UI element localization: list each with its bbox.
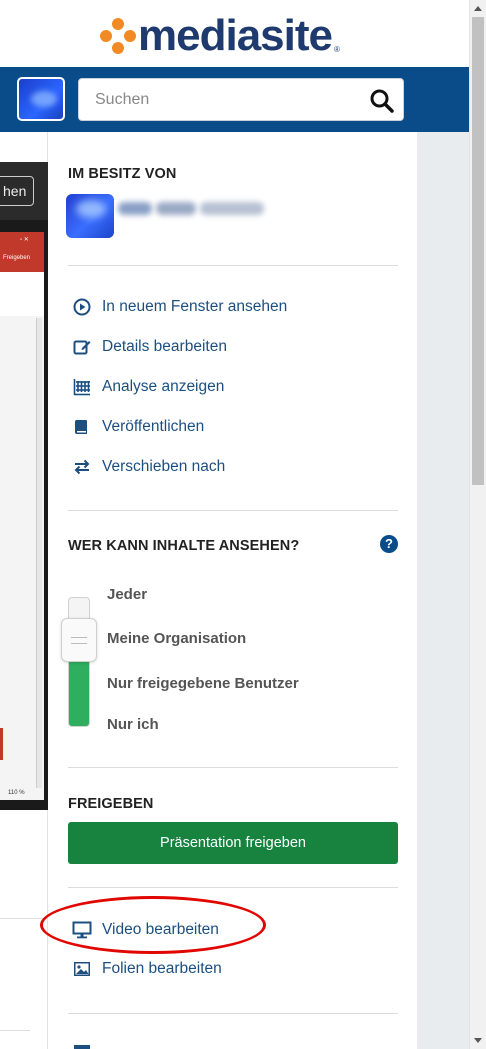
video-red-mark [0,728,3,760]
logo-text: mediasite [138,11,333,60]
video-zoom-label: 110 % [8,790,25,796]
player-toolbar-button[interactable]: hen [0,176,34,206]
action-label: Folien bearbeiten [102,960,222,977]
player-toolbar: hen [0,162,48,220]
partial-icon [74,1045,90,1049]
video-scrollbar [36,318,42,788]
edit-video-link[interactable]: Video bearbeiten [72,918,219,942]
divider [0,918,48,919]
action-label: Video bearbeiten [102,921,219,938]
help-icon[interactable]: ? [380,535,398,553]
divider [68,510,398,511]
player-pane: hen ▫ ✕ Freigeben 110 % [0,132,48,1049]
edit-icon [72,337,92,357]
video-window-controls: ▫ ✕ [20,237,29,243]
scroll-up-arrow-icon[interactable] [474,6,482,11]
video-content: ▫ ✕ Freigeben 110 % [0,232,44,800]
divider [68,1013,398,1014]
visibility-slider[interactable] [68,597,90,727]
share-presentation-button[interactable]: Präsentation freigeben [68,822,398,864]
action-label: Veröffentlichen [102,418,205,435]
edit-slides-link[interactable]: Folien bearbeiten [72,957,222,981]
action-label: In neuem Fenster ansehen [102,298,288,315]
image-icon [72,959,92,979]
action-label: Analyse anzeigen [102,378,225,395]
share-section-title: FREIGEBEN [68,796,154,812]
logo-mark-icon [100,18,136,54]
divider [68,767,398,768]
mediasite-logo[interactable]: mediasite ® [100,14,340,58]
visibility-option-only-me[interactable]: Nur ich [107,716,159,733]
divider [0,1030,30,1031]
owner-section-title: IM BESITZ VON [68,166,177,182]
divider [68,265,398,266]
visibility-section-title: WER KANN INHALTE ANSEHEN? [68,538,300,554]
scrollbar-thumb[interactable] [472,17,484,485]
video-document-area [0,272,44,316]
user-avatar[interactable] [17,77,65,121]
edit-details-link[interactable]: Details bearbeiten [72,335,227,359]
visibility-option-shared-users[interactable]: Nur freigegebene Benutzer [107,675,299,692]
show-analytics-link[interactable]: Analyse anzeigen [72,375,224,399]
search-input[interactable] [79,79,349,120]
trademark-symbol: ® [333,44,340,54]
publish-link[interactable]: Veröffentlichen [72,415,204,439]
page-scrollbar[interactable] [469,0,486,1049]
player-button-label: hen [3,183,27,199]
top-header: mediasite ® [0,0,469,67]
right-gutter [417,132,469,1049]
search-box [78,78,404,121]
visibility-option-everyone[interactable]: Jeder [107,586,147,603]
owner-avatar [66,194,114,238]
scroll-down-arrow-icon[interactable] [474,1038,482,1043]
video-frame[interactable]: ▫ ✕ Freigeben 110 % [0,220,48,810]
action-label: Details bearbeiten [102,338,227,355]
divider [68,887,398,888]
navigation-bar [0,67,469,132]
video-ribbon: ▫ ✕ Freigeben [0,232,44,272]
action-label: Verschieben nach [102,458,226,475]
owner-name-blurred [118,198,268,220]
move-arrows-icon [72,457,92,477]
video-ribbon-label: Freigeben [3,255,31,261]
search-icon[interactable] [369,88,395,114]
book-icon [72,417,92,437]
analytics-grid-icon [72,377,92,397]
move-to-link[interactable]: Verschieben nach [72,455,225,479]
visibility-slider-handle[interactable] [61,618,97,662]
open-in-new-window-link[interactable]: In neuem Fenster ansehen [72,295,287,319]
visibility-slider-fill [69,655,89,726]
presentation-sidebar: IM BESITZ VON In neuem Fenster ansehen D… [40,132,417,1049]
monitor-icon [72,920,92,940]
visibility-option-organization[interactable]: Meine Organisation [107,630,246,647]
play-circle-icon [72,297,92,317]
